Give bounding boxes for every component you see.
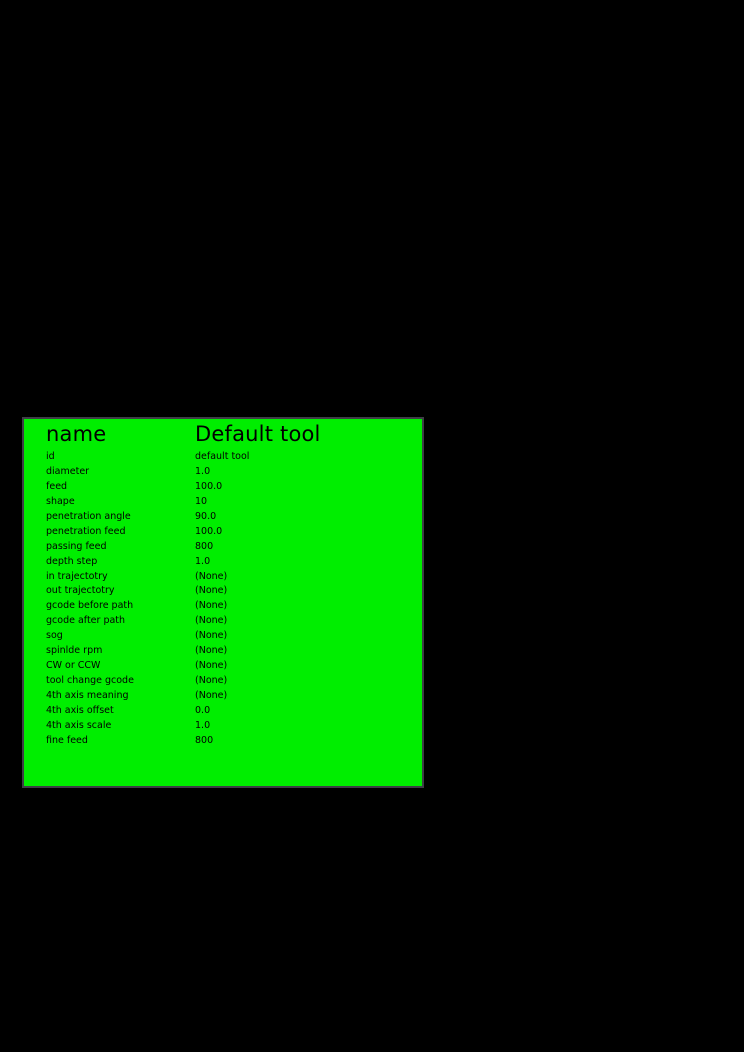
property-row[interactable]: tool change gcode (None)	[24, 674, 422, 689]
property-label: penetration feed	[46, 525, 126, 537]
property-row[interactable]: in trajectotry (None)	[24, 570, 422, 585]
property-label: gcode after path	[46, 615, 126, 627]
property-value[interactable]: (None)	[195, 614, 227, 629]
property-row[interactable]: sog (None)	[24, 629, 422, 644]
property-value[interactable]: 1.0	[195, 555, 210, 570]
property-label: CW or CCW	[46, 660, 101, 672]
property-value[interactable]: (None)	[195, 674, 227, 689]
property-value[interactable]: default tool	[195, 450, 249, 465]
property-value[interactable]: 800	[195, 540, 213, 555]
property-label: spinlde rpm	[46, 645, 103, 657]
property-value[interactable]: (None)	[195, 659, 227, 674]
property-row[interactable]: penetration feed 100.0	[24, 525, 422, 540]
property-row[interactable]: gcode before path (None)	[24, 599, 422, 614]
property-row[interactable]: id default tool	[24, 450, 422, 465]
panel-header-row: name Default tool	[24, 419, 422, 449]
property-label: passing feed	[46, 540, 107, 552]
property-list: id default tool diameter 1.0 feed 100.0 shape 1…	[24, 450, 422, 749]
property-value[interactable]: 100.0	[195, 480, 222, 495]
property-value[interactable]: (None)	[195, 599, 227, 614]
property-value[interactable]: 800	[195, 734, 213, 749]
property-label: penetration angle	[46, 510, 131, 522]
property-value[interactable]: 90.0	[195, 510, 216, 525]
property-label: 4th axis scale	[46, 719, 112, 731]
property-row[interactable]: CW or CCW (None)	[24, 659, 422, 674]
property-value[interactable]: 10	[195, 495, 207, 510]
property-row[interactable]: 4th axis scale 1.0	[24, 719, 422, 734]
property-value[interactable]: (None)	[195, 629, 227, 644]
property-label: gcode before path	[46, 600, 134, 612]
property-row[interactable]: out trajectotry (None)	[24, 584, 422, 599]
tool-properties-panel: name Default tool id default tool diameter…	[22, 417, 424, 788]
property-label: out trajectotry	[46, 585, 115, 597]
property-row[interactable]: gcode after path (None)	[24, 614, 422, 629]
property-value[interactable]: (None)	[195, 689, 227, 704]
property-value[interactable]: (None)	[195, 570, 227, 585]
panel-header-label: name	[46, 422, 107, 446]
property-label: diameter	[46, 465, 90, 477]
property-label: tool change gcode	[46, 675, 134, 687]
property-value[interactable]: 0.0	[195, 704, 210, 719]
property-row[interactable]: diameter 1.0	[24, 465, 422, 480]
property-label: depth step	[46, 555, 98, 567]
property-label: feed	[46, 480, 68, 492]
property-label: in trajectotry	[46, 570, 108, 582]
property-value[interactable]: 1.0	[195, 465, 210, 480]
property-row[interactable]: 4th axis meaning (None)	[24, 689, 422, 704]
property-label: id	[46, 451, 55, 462]
property-row[interactable]: 4th axis offset 0.0	[24, 704, 422, 719]
property-row[interactable]: feed 100.0	[24, 480, 422, 495]
property-row[interactable]: depth step 1.0	[24, 555, 422, 570]
property-value[interactable]: 100.0	[195, 525, 222, 540]
property-row[interactable]: fine feed 800	[24, 734, 422, 749]
property-label: fine feed	[46, 734, 88, 746]
property-value[interactable]: (None)	[195, 584, 227, 599]
property-row[interactable]: passing feed 800	[24, 540, 422, 555]
property-value[interactable]: (None)	[195, 644, 227, 659]
property-row[interactable]: penetration angle 90.0	[24, 510, 422, 525]
property-row[interactable]: spinlde rpm (None)	[24, 644, 422, 659]
panel-header-value: Default tool	[195, 422, 321, 446]
property-row[interactable]: shape 10	[24, 495, 422, 510]
property-value[interactable]: 1.0	[195, 719, 210, 734]
property-label: sog	[46, 630, 63, 642]
property-label: 4th axis offset	[46, 704, 114, 716]
property-label: 4th axis meaning	[46, 690, 129, 701]
property-label: shape	[46, 495, 75, 507]
